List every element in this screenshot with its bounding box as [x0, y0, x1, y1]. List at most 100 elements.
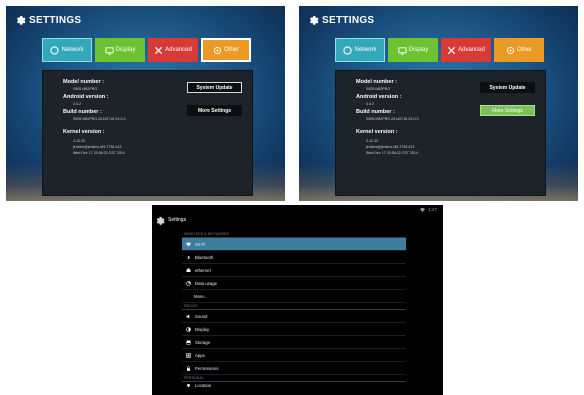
lock-icon [187, 365, 190, 371]
tab-advanced[interactable]: Advanced [441, 38, 491, 62]
settings-title: SETTINGS [29, 14, 82, 26]
list-item-display[interactable]: Display [182, 323, 406, 336]
tab-network[interactable]: Network [42, 38, 92, 62]
android-settings-screenshot: 1:27 Settings WIRELESS & NETWORKS Wi-Fi … [152, 205, 443, 395]
device-info-panel: Model number : S905 M82PRO Android versi… [42, 70, 253, 196]
list-item-label: More... [194, 293, 208, 299]
other-icon [213, 46, 222, 54]
system-update-button[interactable]: System Update [187, 82, 242, 93]
list-item-label: ethernet [195, 267, 211, 273]
tab-network[interactable]: Network [335, 38, 385, 62]
tab-display-label: Display [115, 47, 136, 53]
android-version-value: 4.4.2 [73, 102, 81, 106]
build-label: Build number : [63, 109, 102, 115]
storage-icon [186, 340, 191, 344]
tab-advanced[interactable]: Advanced [148, 38, 198, 62]
build-value: S905 M82PRO.20140716.V4.0.3 [73, 117, 126, 121]
tv-settings-screenshot-right: SETTINGS Network Display Advanced Other … [299, 6, 578, 201]
tab-other[interactable]: Other [494, 38, 544, 62]
category-header: WIRELESS & NETWORKS [182, 231, 406, 238]
tab-display-label: Display [408, 47, 429, 53]
tab-display[interactable]: Display [388, 38, 438, 62]
gear-icon [309, 16, 319, 25]
category-header: PERSONAL [182, 375, 406, 382]
tab-other-label: Other [516, 47, 532, 53]
speaker-icon [186, 314, 190, 318]
build-value: S905 M82PRO.20140716.V4.0.3 [366, 117, 419, 121]
settings-title: SETTINGS [322, 14, 375, 26]
location-pin-icon [187, 384, 190, 388]
kernel-label: Kernel version : [356, 129, 398, 135]
list-item-ethernet[interactable]: ethernet [182, 264, 406, 277]
list-item-permissions[interactable]: Permissions [182, 362, 406, 375]
tab-other-label: Other [223, 47, 239, 53]
kernel-line: Wed Dec 17 20:58:22 CST 2014 [73, 151, 125, 155]
display-icon [105, 46, 114, 55]
list-item-data-usage[interactable]: Data usage [182, 277, 406, 290]
list-item-apps[interactable]: Apps [182, 349, 406, 362]
system-update-button[interactable]: System Update [480, 82, 535, 93]
list-item-bluetooth[interactable]: Bluetooth [182, 251, 406, 264]
settings-list: WIRELESS & NETWORKS Wi-Fi Bluetooth ethe… [182, 231, 406, 389]
tab-other[interactable]: Other [201, 38, 251, 62]
settings-title: Settings [168, 217, 187, 223]
settings-tabs: Network Display Advanced Other [335, 38, 544, 62]
tab-network-label: Network [61, 47, 84, 53]
display-icon [398, 46, 407, 55]
model-value: S905 M82PRO [366, 87, 391, 91]
wifi-icon [186, 242, 191, 246]
bluetooth-icon [187, 254, 190, 260]
settings-action-bar: Settings [152, 210, 443, 230]
kernel-line: 3.10.33 [366, 139, 378, 143]
ethernet-icon [186, 268, 191, 272]
kernel-line: 3.10.33 [73, 139, 85, 143]
kernel-line: Wed Dec 17 20:58:22 CST 2014 [366, 151, 418, 155]
list-item-sound[interactable]: Sound [182, 310, 406, 323]
network-icon [50, 45, 60, 55]
list-item-wifi[interactable]: Wi-Fi [182, 238, 406, 251]
list-item-label: Permissions [195, 365, 219, 371]
tab-advanced-label: Advanced [165, 47, 192, 53]
gear-icon [16, 16, 26, 25]
android-version-label: Android version : [356, 94, 402, 100]
list-item-label: Data usage [195, 280, 217, 286]
data-usage-icon [186, 280, 191, 286]
list-item-label: Location [195, 383, 212, 388]
tools-icon [155, 46, 163, 54]
apps-icon [186, 352, 191, 358]
list-item-label: Wi-Fi [195, 241, 206, 247]
tools-icon [448, 46, 456, 54]
list-item-label: Sound [195, 313, 208, 319]
tab-advanced-label: Advanced [458, 47, 485, 53]
other-icon [506, 46, 515, 54]
list-item-label: Display [195, 326, 210, 332]
list-item-location[interactable]: Location [182, 382, 406, 389]
list-item-label: Bluetooth [195, 254, 214, 260]
android-version-value: 4.4.2 [366, 102, 374, 106]
tv-settings-screenshot-left: SETTINGS Network Display Advanced Other … [6, 6, 285, 201]
kernel-line: jenkins@jenkins-M5-7738 #13 [366, 145, 415, 149]
model-value: S905 M82PRO [73, 87, 98, 91]
kernel-line: jenkins@jenkins-M5-7738 #13 [73, 145, 122, 149]
list-item-storage[interactable]: Storage [182, 336, 406, 349]
android-version-label: Android version : [63, 94, 109, 100]
more-settings-button[interactable]: More Settings [187, 105, 242, 116]
model-label: Model number : [356, 79, 397, 85]
settings-header: SETTINGS [14, 14, 81, 26]
settings-gear-icon [156, 216, 165, 225]
settings-tabs: Network Display Advanced Other [42, 38, 251, 62]
list-item-more[interactable]: More... [182, 290, 406, 303]
brightness-icon [186, 326, 191, 332]
kernel-label: Kernel version : [63, 129, 105, 135]
more-settings-button[interactable]: More Settings [480, 105, 535, 116]
list-item-label: Apps [195, 352, 205, 358]
model-label: Model number : [63, 79, 104, 85]
tab-network-label: Network [354, 47, 377, 53]
settings-header: SETTINGS [307, 14, 374, 26]
tab-display[interactable]: Display [95, 38, 145, 62]
category-header: DEVICE [182, 303, 406, 310]
build-label: Build number : [356, 109, 395, 115]
network-icon [343, 45, 353, 55]
device-info-panel: Model number : S905 M82PRO Android versi… [335, 70, 546, 196]
list-item-label: Storage [195, 339, 211, 345]
